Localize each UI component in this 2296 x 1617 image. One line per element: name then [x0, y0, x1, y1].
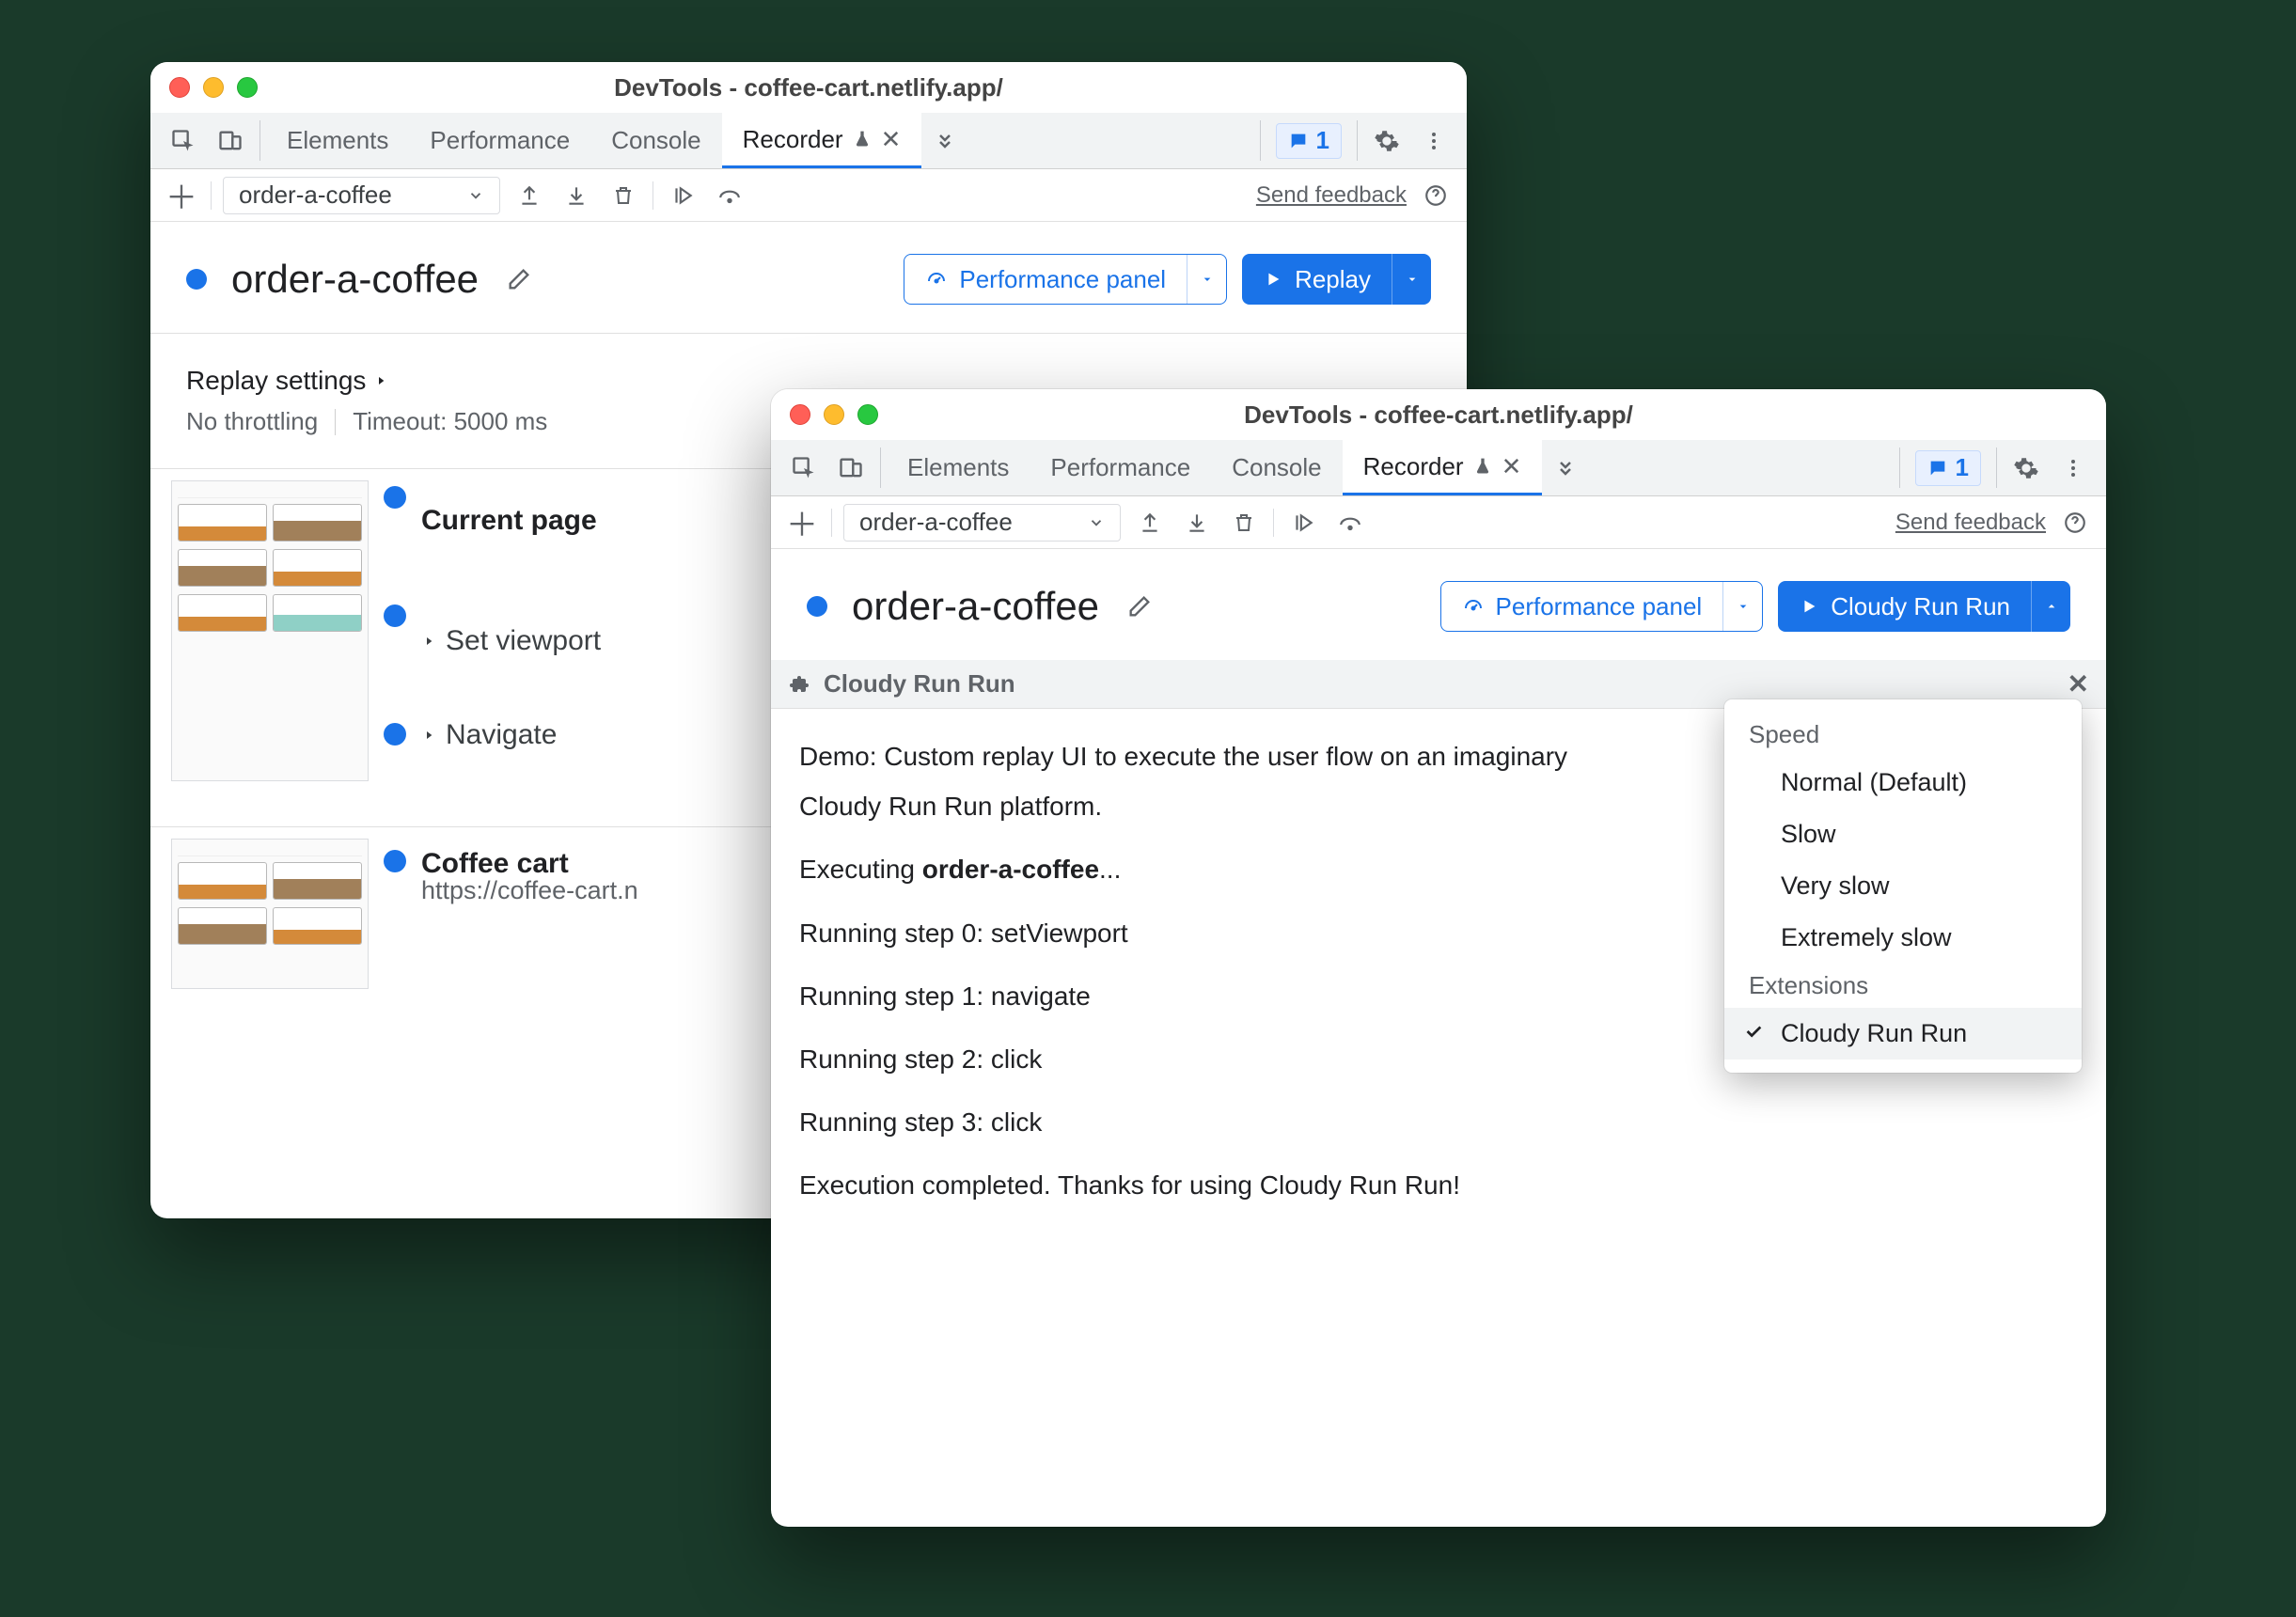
recorder-header: order-a-coffee Performance panel Replay	[150, 222, 1467, 333]
close-tab-icon[interactable]: ✕	[1502, 452, 1522, 481]
chevron-down-icon[interactable]	[1187, 255, 1226, 304]
cloudy-run-button[interactable]: Cloudy Run Run	[1778, 581, 2070, 632]
puzzle-icon	[788, 673, 810, 696]
devtools-tabbar: Elements Performance Console Recorder ✕ …	[150, 113, 1467, 169]
edit-title-icon[interactable]	[1122, 589, 1157, 624]
tab-performance[interactable]: Performance	[409, 113, 590, 168]
tab-console[interactable]: Console	[590, 113, 721, 168]
step-play-icon[interactable]	[665, 178, 700, 213]
mac-titlebar: DevTools - coffee-cart.netlify.app/	[150, 62, 1467, 113]
devtools-tabbar: Elements Performance Console Recorder ✕ …	[771, 440, 2106, 496]
output-line: Running step 3: click	[799, 1097, 2078, 1147]
chevron-down-icon	[1088, 514, 1105, 531]
recorder-toolbar: ＋ order-a-coffee Send feedback	[150, 169, 1467, 222]
tab-recorder[interactable]: Recorder ✕	[722, 113, 922, 168]
device-toggle-icon[interactable]	[827, 440, 874, 495]
play-icon	[1263, 269, 1283, 290]
recorder-header: order-a-coffee Performance panel Cloudy …	[771, 549, 2106, 660]
recording-dot-icon	[186, 269, 207, 290]
menu-item-very-slow[interactable]: Very slow	[1724, 860, 2082, 912]
help-icon[interactable]	[2057, 505, 2093, 541]
add-recording-button[interactable]: ＋	[784, 505, 820, 541]
replay-speed-menu: Speed Normal (Default) Slow Very slow Ex…	[1724, 699, 2082, 1073]
close-tab-icon[interactable]: ✕	[881, 125, 902, 154]
export-icon[interactable]	[1132, 505, 1168, 541]
device-toggle-icon[interactable]	[207, 113, 254, 168]
chevron-right-icon	[421, 728, 436, 743]
close-panel-icon[interactable]: ✕	[2068, 668, 2089, 699]
step-thumbnail	[171, 839, 369, 989]
check-icon	[1743, 1021, 1764, 1042]
timeout-label: Timeout: 5000 ms	[353, 407, 547, 436]
recording-select[interactable]: order-a-coffee	[223, 177, 500, 214]
issues-button[interactable]: 1	[1915, 450, 1981, 486]
tab-elements[interactable]: Elements	[266, 113, 409, 168]
menu-group-extensions: Extensions	[1724, 964, 2082, 1008]
window-title: DevTools - coffee-cart.netlify.app/	[150, 73, 1467, 102]
recording-title: order-a-coffee	[231, 257, 479, 302]
more-tabs-icon[interactable]	[921, 113, 968, 168]
recording-dot-icon	[807, 596, 827, 617]
more-tabs-icon[interactable]	[1542, 440, 1589, 495]
output-line: Execution completed. Thanks for using Cl…	[799, 1160, 2078, 1210]
replay-button[interactable]: Replay	[1242, 254, 1431, 305]
step-over-icon[interactable]	[1332, 505, 1368, 541]
settings-icon[interactable]	[2003, 440, 2050, 495]
delete-icon[interactable]	[1226, 505, 1262, 541]
chevron-down-icon	[467, 187, 484, 204]
step-thumbnail	[171, 480, 369, 781]
add-recording-button[interactable]: ＋	[164, 178, 199, 213]
inspect-icon[interactable]	[780, 440, 827, 495]
recorder-toolbar: ＋ order-a-coffee Send feedback	[771, 496, 2106, 549]
export-icon[interactable]	[511, 178, 547, 213]
step-play-icon[interactable]	[1285, 505, 1321, 541]
chevron-right-icon	[373, 373, 388, 388]
chevron-down-icon[interactable]	[1722, 582, 1762, 631]
gauge-icon	[925, 268, 948, 290]
menu-item-slow[interactable]: Slow	[1724, 808, 2082, 860]
menu-group-speed: Speed	[1724, 713, 2082, 757]
import-icon[interactable]	[1179, 505, 1215, 541]
chevron-up-icon[interactable]	[2031, 581, 2070, 632]
import-icon[interactable]	[558, 178, 594, 213]
chevron-right-icon	[421, 634, 436, 649]
tab-performance[interactable]: Performance	[1030, 440, 1211, 495]
flask-icon	[1473, 457, 1492, 476]
extension-panel-title: Cloudy Run Run	[824, 669, 1015, 699]
gauge-icon	[1462, 595, 1485, 618]
help-icon[interactable]	[1418, 178, 1454, 213]
issues-button[interactable]: 1	[1276, 123, 1342, 159]
window-title: DevTools - coffee-cart.netlify.app/	[771, 400, 2106, 430]
tab-console[interactable]: Console	[1211, 440, 1342, 495]
tab-elements[interactable]: Elements	[887, 440, 1030, 495]
performance-panel-button[interactable]: Performance panel	[1440, 581, 1764, 632]
send-feedback-link[interactable]: Send feedback	[1895, 510, 2046, 536]
flask-icon	[853, 130, 872, 149]
settings-icon[interactable]	[1363, 113, 1410, 168]
delete-icon[interactable]	[605, 178, 641, 213]
throttle-label: No throttling	[186, 407, 318, 436]
inspect-icon[interactable]	[160, 113, 207, 168]
performance-panel-button[interactable]: Performance panel	[904, 254, 1227, 305]
play-icon	[1799, 596, 1819, 617]
menu-item-extremely-slow[interactable]: Extremely slow	[1724, 912, 2082, 964]
recording-title: order-a-coffee	[852, 584, 1099, 629]
send-feedback-link[interactable]: Send feedback	[1256, 182, 1407, 209]
menu-item-normal[interactable]: Normal (Default)	[1724, 757, 2082, 808]
mac-titlebar: DevTools - coffee-cart.netlify.app/	[771, 389, 2106, 440]
recording-select[interactable]: order-a-coffee	[843, 504, 1121, 542]
edit-title-icon[interactable]	[501, 261, 537, 297]
menu-item-cloudy-run[interactable]: Cloudy Run Run	[1724, 1008, 2082, 1060]
kebab-icon[interactable]	[2050, 440, 2097, 495]
kebab-icon[interactable]	[1410, 113, 1457, 168]
chevron-down-icon[interactable]	[1392, 254, 1431, 305]
step-over-icon[interactable]	[712, 178, 747, 213]
tab-recorder[interactable]: Recorder ✕	[1343, 440, 1543, 495]
